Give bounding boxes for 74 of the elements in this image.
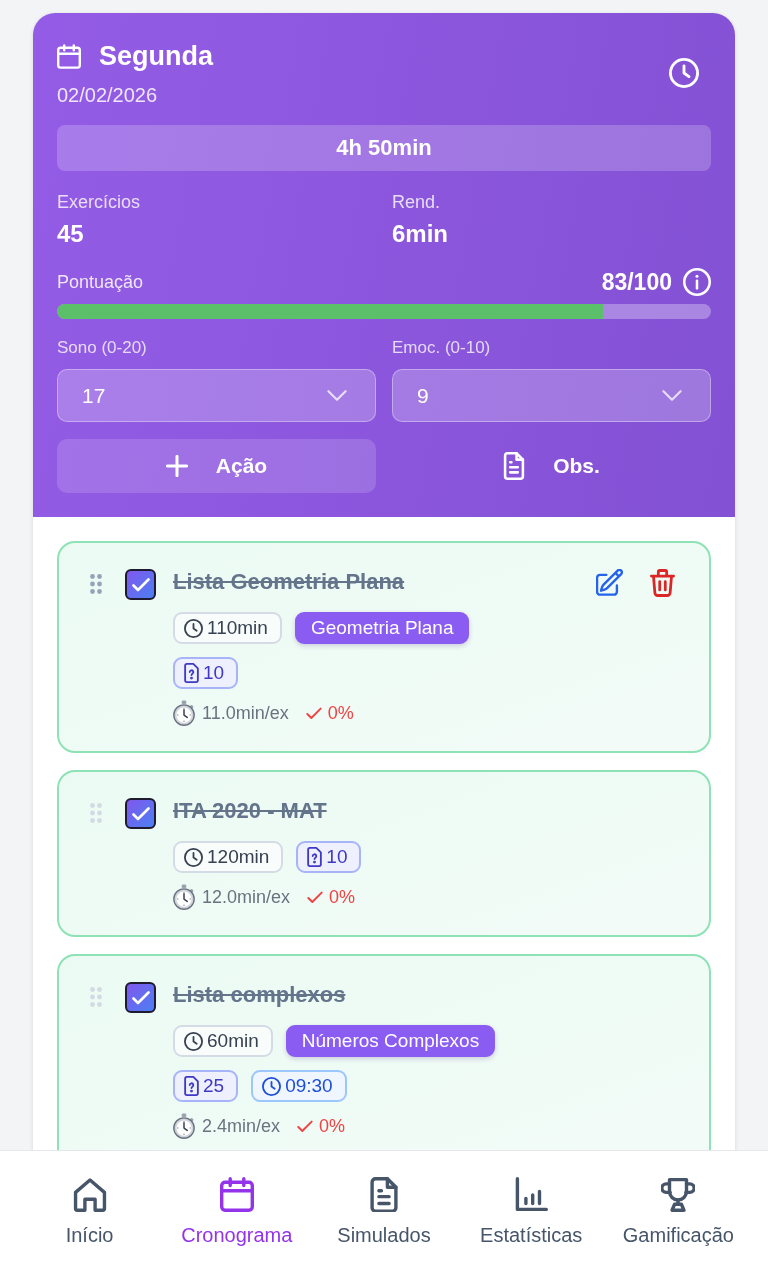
calendar-icon: [219, 1177, 254, 1212]
chevron-down-icon: [327, 390, 347, 401]
task-checkbox[interactable]: [125, 798, 156, 829]
task-checkbox[interactable]: [125, 982, 156, 1013]
subject-tag: Números Complexos: [285, 1025, 496, 1057]
stat-label: Rend.: [392, 191, 442, 213]
pace-text: 2.4min/ex: [202, 1115, 281, 1138]
checkmark-icon: [131, 577, 150, 592]
date-text: 02/02/2026: [57, 83, 159, 107]
total-time-banner: 4h 50min: [57, 125, 711, 171]
bar-chart-icon: [514, 1177, 549, 1212]
add-action-button[interactable]: Ação: [57, 439, 376, 493]
trophy-icon: [661, 1177, 696, 1212]
stat-label: Exercícios: [57, 191, 142, 213]
drag-handle-icon[interactable]: [90, 987, 102, 1007]
check-icon: [297, 1119, 314, 1133]
badge-text: 120min: [207, 846, 270, 868]
info-icon[interactable]: [683, 268, 711, 296]
badge-text: 10: [326, 846, 348, 868]
field-label: Emoc. (0-10): [392, 337, 492, 359]
stopwatch-icon: [173, 1113, 195, 1139]
nav-tab[interactable]: Início: [65, 1177, 114, 1247]
nav-tab[interactable]: Cronograma: [181, 1177, 293, 1247]
rating-select[interactable]: 17: [57, 369, 376, 422]
badge-text: 09:30: [285, 1075, 333, 1097]
badge-text: 10: [203, 662, 225, 684]
score-label: Pontuação: [57, 271, 144, 293]
chevron-down-icon: [662, 390, 682, 401]
day-title: Segunda: [99, 40, 213, 73]
task-checkbox[interactable]: [125, 569, 156, 600]
edit-icon[interactable]: [596, 569, 623, 596]
question-file-icon: [184, 663, 199, 683]
task-title: Lista complexos: [173, 981, 347, 1009]
drag-handle-icon[interactable]: [90, 803, 102, 823]
clock-icon: [184, 618, 203, 638]
pace-text: 12.0min/ex: [202, 886, 291, 909]
task-title: Lista Geometria Plana: [173, 568, 406, 596]
home-icon: [72, 1177, 107, 1212]
clock-icon: [184, 1031, 203, 1051]
calendar-icon: [57, 43, 81, 69]
stopwatch-icon: [173, 700, 195, 726]
task-title: ITA 2020 - MAT: [173, 797, 328, 825]
check-icon: [305, 706, 322, 720]
clock-icon: [262, 1076, 282, 1096]
stat-value: 45: [57, 220, 85, 248]
accuracy-text: 0%: [329, 886, 356, 909]
checkmark-icon: [131, 990, 150, 1005]
badge-text: 110min: [207, 617, 268, 639]
badge-text: 25: [203, 1075, 225, 1097]
nav-tab[interactable]: Simulados: [337, 1177, 431, 1247]
pace-text: 11.0min/ex: [202, 702, 289, 725]
nav-tab[interactable]: Gamificação: [622, 1177, 734, 1247]
check-icon: [307, 890, 324, 904]
field-label: Sono (0-20): [57, 337, 148, 359]
question-file-icon: [184, 1076, 199, 1096]
stopwatch-icon: [173, 884, 195, 910]
score-value: 83/100: [601, 268, 672, 296]
document-icon: [503, 452, 526, 480]
subject-tag: Geometria Plana: [294, 612, 470, 644]
checkmark-icon: [131, 806, 150, 821]
clock-icon[interactable]: [669, 58, 699, 88]
question-file-icon: [307, 847, 323, 867]
accuracy-text: 0%: [319, 1115, 346, 1138]
stat-value: 6min: [392, 220, 449, 248]
delete-icon[interactable]: [650, 569, 675, 597]
nav-tab[interactable]: Estatísticas: [480, 1177, 583, 1247]
badge-text: 60min: [207, 1030, 259, 1052]
drag-handle-icon[interactable]: [90, 574, 102, 594]
plus-icon: [165, 455, 188, 477]
rating-select[interactable]: 9: [392, 369, 711, 422]
notes-button[interactable]: Obs.: [392, 439, 711, 493]
accuracy-text: 0%: [327, 702, 354, 725]
document-icon: [367, 1177, 401, 1212]
clock-icon: [184, 847, 203, 867]
